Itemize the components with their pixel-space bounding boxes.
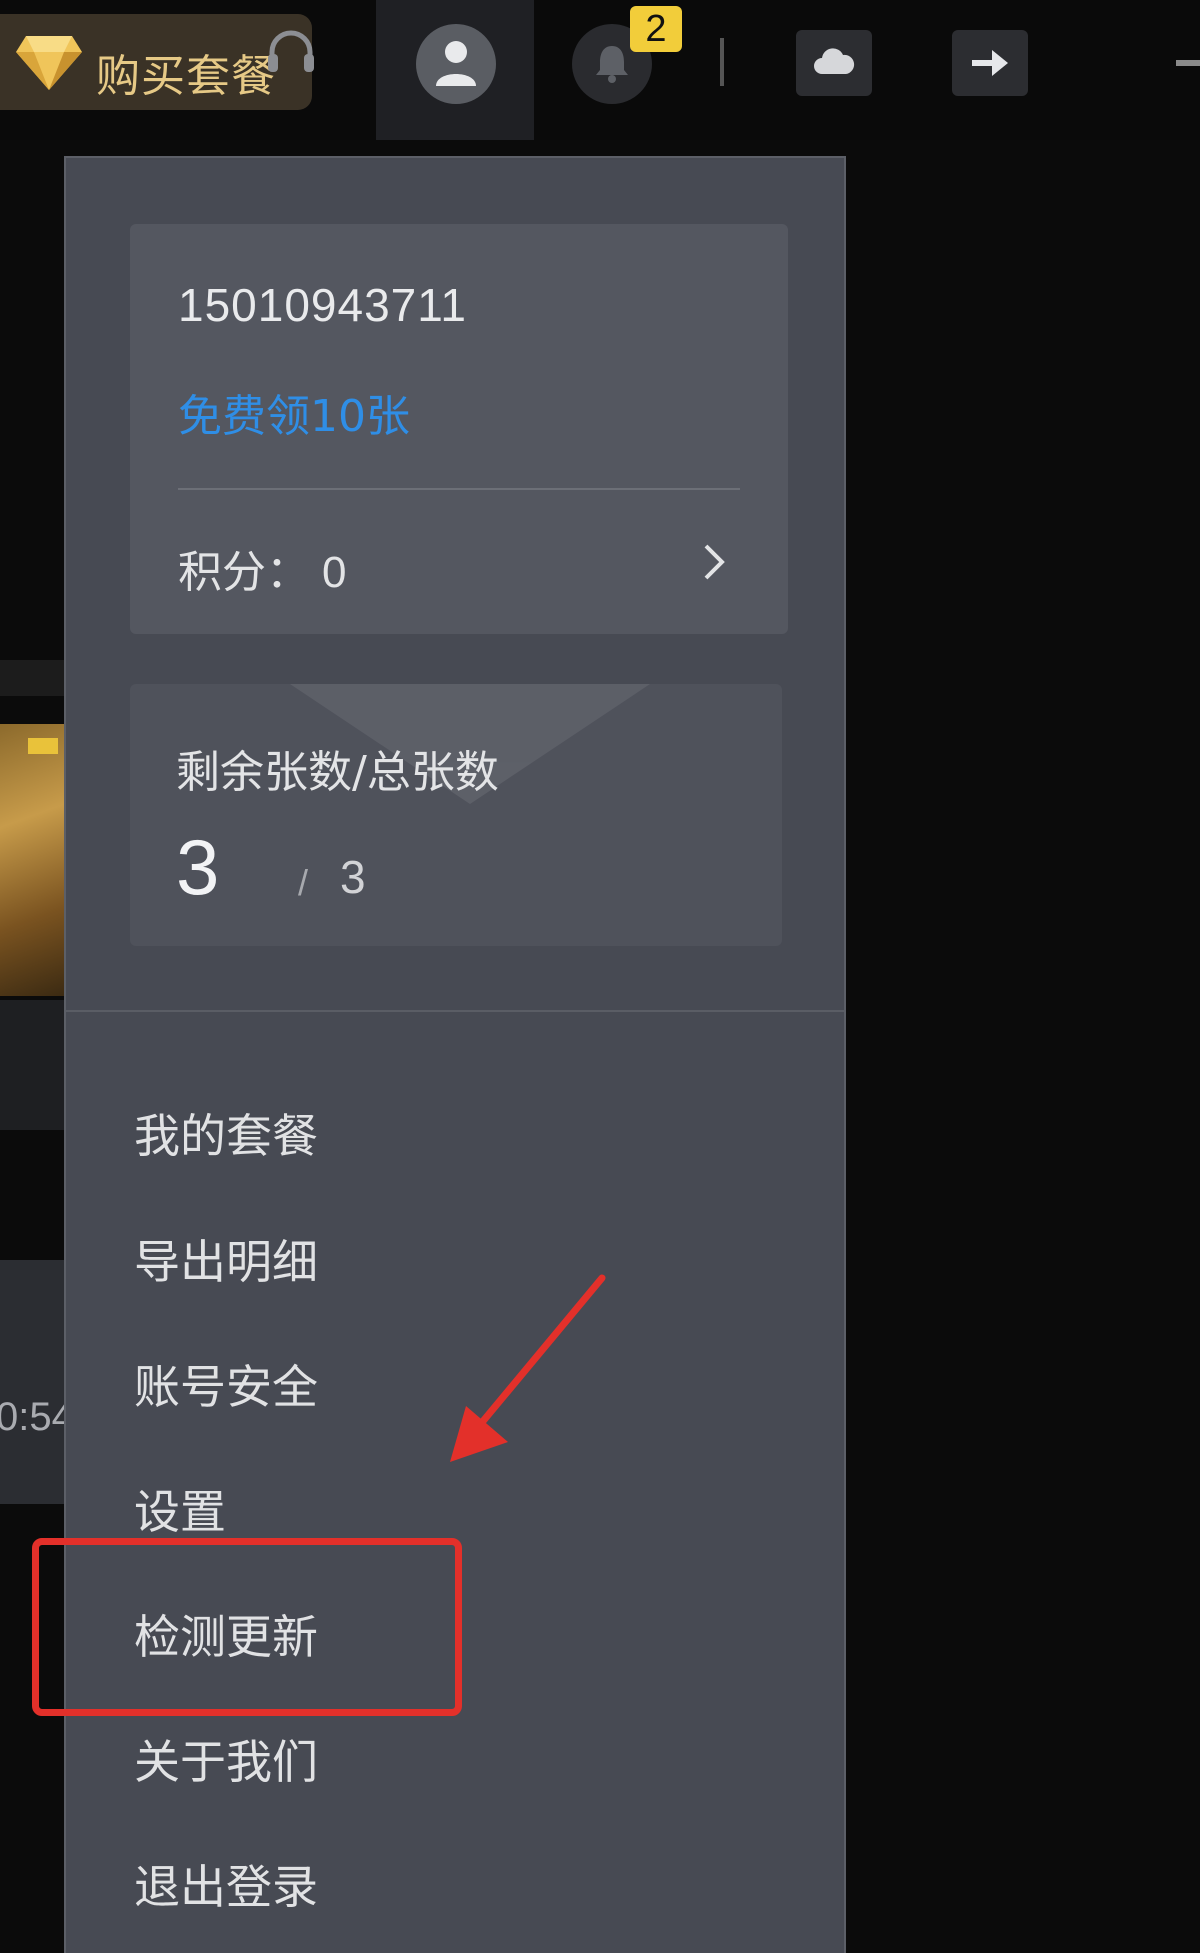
buy-package-label: 购买套餐 — [96, 51, 276, 102]
quota-remaining: 3 — [176, 823, 220, 911]
annotation-arrow-icon — [450, 1274, 606, 1462]
chevron-right-icon[interactable] — [702, 542, 726, 582]
account-card: 15010943711 免费领10张 积分： 0 — [130, 224, 788, 634]
minimize-icon[interactable] — [1176, 60, 1200, 66]
export-button[interactable] — [952, 30, 1028, 96]
account-menu-button[interactable] — [376, 0, 534, 140]
thumbnail-header — [0, 660, 66, 696]
avatar — [416, 24, 496, 104]
quota-title: 剩余张数/总张数 — [176, 747, 499, 798]
time-readout: 0:54 — [0, 1395, 74, 1439]
thumbnail-caption — [0, 1000, 66, 1130]
diamond-icon — [16, 36, 82, 90]
menu-item-export-details[interactable]: 导出明细 — [134, 1226, 318, 1292]
highlight-box — [32, 1538, 462, 1716]
quota-separator: / — [298, 862, 309, 903]
notification-badge: 2 — [630, 6, 682, 52]
account-phone: 15010943711 — [178, 279, 467, 331]
top-bar: 购买套餐 2 — [0, 0, 1200, 140]
menu-item-my-package[interactable]: 我的套餐 — [134, 1100, 318, 1166]
bell-icon — [596, 46, 628, 83]
menu-item-account-security[interactable]: 账号安全 — [134, 1351, 318, 1417]
points-label: 积分： — [178, 547, 310, 598]
menu-item-logout[interactable]: 退出登录 — [134, 1851, 318, 1917]
headset-icon[interactable] — [262, 24, 320, 82]
cloud-button[interactable] — [796, 30, 872, 96]
quota-total: 3 — [340, 851, 366, 903]
time-panel — [0, 1260, 66, 1504]
user-icon — [436, 41, 476, 86]
cloud-icon — [814, 48, 855, 74]
points-value: 0 — [322, 548, 347, 597]
menu-item-about-us[interactable]: 关于我们 — [134, 1726, 318, 1792]
app-window: 购买套餐 2 0:54 15010943711 免费领10张 积分： 0 剩余张… — [0, 0, 1200, 1953]
export-icon — [972, 50, 1008, 76]
points-row[interactable]: 积分： 0 — [178, 536, 346, 600]
thumbnail-image[interactable] — [0, 724, 66, 996]
toolbar-divider — [720, 38, 724, 86]
quota-card: 剩余张数/总张数 3 / 3 — [130, 684, 782, 946]
thumbnail-tag — [28, 738, 58, 754]
menu-divider — [66, 1010, 844, 1012]
menu-item-settings[interactable]: 设置 — [134, 1476, 226, 1542]
card-divider — [178, 488, 740, 490]
free-claim-link[interactable]: 免费领10张 — [178, 380, 410, 444]
